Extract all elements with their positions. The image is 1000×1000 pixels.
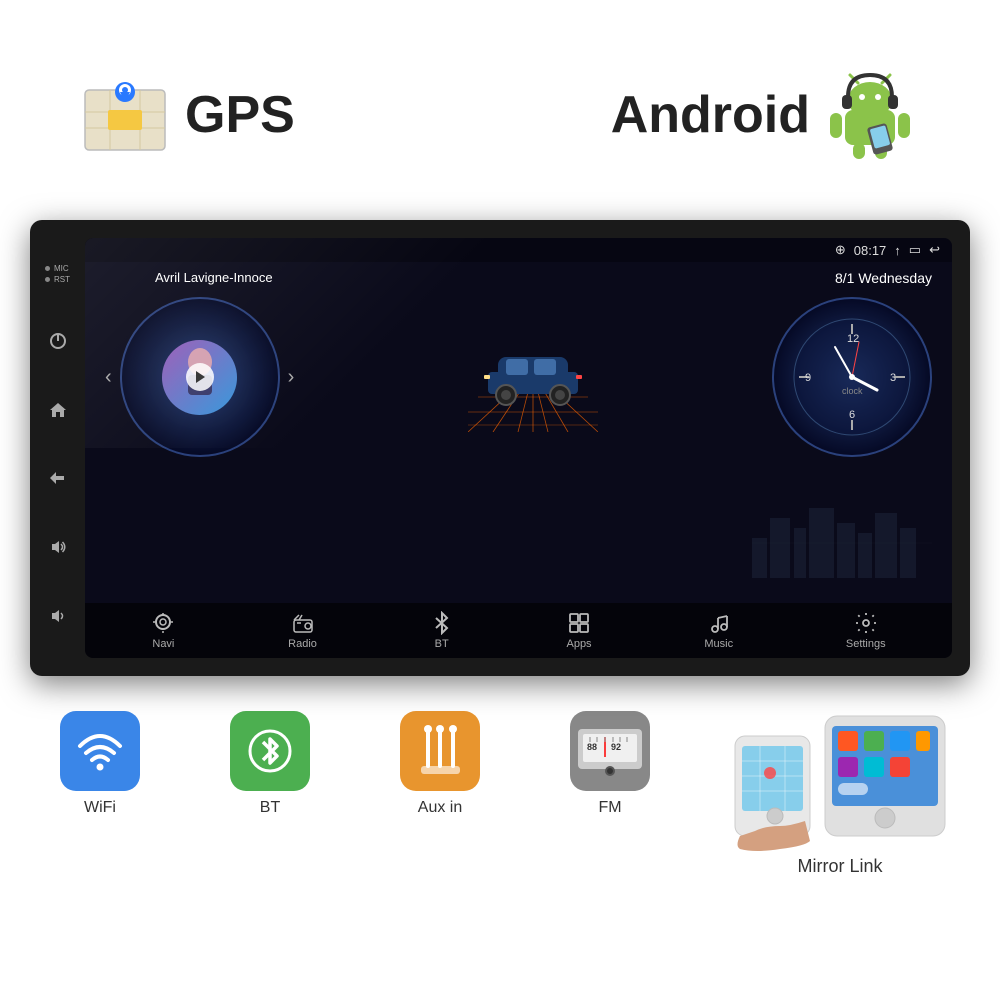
back-phone-icon <box>820 711 950 841</box>
car-screen[interactable]: ⊕ 08:17 ↑ ▭ ↩ Avril Lavigne-Innoce 8/1 W… <box>85 238 952 658</box>
bottom-nav: Navi Radio BT <box>85 603 952 658</box>
svg-text:6: 6 <box>849 409 855 421</box>
music-label: Music <box>704 638 733 650</box>
navi-icon <box>151 611 175 635</box>
bt-label-bottom: BT <box>260 799 280 817</box>
svg-text:92: 92 <box>611 742 621 752</box>
mirror-link-section: Mirror Link <box>730 711 950 877</box>
aux-feature: Aux in <box>390 711 490 817</box>
rst-label: RST <box>54 275 70 284</box>
nav-radio[interactable]: Radio <box>288 611 317 650</box>
nav-bt[interactable]: BT <box>430 611 454 650</box>
status-bar: ⊕ 08:17 ↑ ▭ ↩ <box>85 238 952 262</box>
clock-widget: 12 3 6 9 clock <box>772 297 932 457</box>
home-button[interactable] <box>42 394 74 426</box>
mirror-link-label: Mirror Link <box>797 856 882 877</box>
aux-icon <box>413 721 468 781</box>
mirror-phones-display <box>730 711 950 851</box>
car-visualization <box>468 322 598 432</box>
city-bg <box>752 478 932 578</box>
bt-feature: BT <box>220 711 320 817</box>
svg-text:88: 88 <box>587 742 597 752</box>
window-icon: ▭ <box>909 242 921 258</box>
svg-text:clock: clock <box>842 386 863 396</box>
volume-down-button[interactable] <box>42 600 74 632</box>
aux-label: Aux in <box>418 799 462 817</box>
nav-music[interactable]: Music <box>704 611 733 650</box>
power-button[interactable] <box>42 325 74 357</box>
settings-label: Settings <box>846 638 886 650</box>
music-icon <box>707 611 731 635</box>
nav-navi[interactable]: Navi <box>151 611 175 650</box>
song-title: Avril Lavigne-Innoce <box>155 270 273 285</box>
widgets-row: Avril Lavigne-Innoce 8/1 Wednesday ‹ <box>85 262 952 492</box>
bt-label: BT <box>435 638 449 650</box>
wifi-feature: WiFi <box>50 711 150 817</box>
nav-settings[interactable]: Settings <box>846 611 886 650</box>
fm-label: FM <box>598 799 621 817</box>
android-label: Android <box>611 85 810 145</box>
date-display: 8/1 Wednesday <box>835 270 932 286</box>
fm-icon-box: 88 92 <box>570 711 650 791</box>
wifi-icon-box <box>60 711 140 791</box>
time-display: 08:17 <box>854 243 887 258</box>
gps-label: GPS <box>185 85 295 145</box>
front-phone-icon <box>730 731 830 851</box>
wifi-label: WiFi <box>84 799 116 817</box>
next-track-button[interactable]: › <box>288 366 295 389</box>
bluetooth-icon: ⊕ <box>835 242 846 258</box>
mic-label: MIC <box>54 264 69 273</box>
svg-text:12: 12 <box>847 333 859 345</box>
bt-nav-icon <box>430 611 454 635</box>
nav-apps[interactable]: Apps <box>566 611 591 650</box>
back-button[interactable] <box>42 462 74 494</box>
svg-text:9: 9 <box>805 372 811 384</box>
radio-icon <box>291 611 315 635</box>
bt-icon <box>245 726 295 776</box>
left-panel: MIC RST <box>30 238 85 658</box>
back-icon: ↩ <box>929 242 940 258</box>
prev-track-button[interactable]: ‹ <box>105 366 112 389</box>
stereo-unit: MIC RST <box>30 220 970 676</box>
signal-icon: ↑ <box>894 243 901 258</box>
gps-map-icon <box>80 70 170 160</box>
android-icon <box>820 65 920 165</box>
wifi-icon <box>75 731 125 771</box>
bt-icon-box <box>230 711 310 791</box>
volume-up-button[interactable] <box>42 531 74 563</box>
settings-icon <box>854 611 878 635</box>
features-section: WiFi BT Aux in <box>0 686 1000 887</box>
apps-label: Apps <box>566 638 591 650</box>
fm-feature: 88 92 FM <box>560 711 660 817</box>
radio-label: Radio <box>288 638 317 650</box>
music-player-widget: ‹ › <box>105 297 294 457</box>
navi-label: Navi <box>152 638 174 650</box>
apps-nav-icon <box>567 611 591 635</box>
gps-section: GPS <box>80 70 295 160</box>
top-section: GPS Android <box>0 0 1000 220</box>
play-button[interactable] <box>186 363 214 391</box>
android-section: Android <box>611 65 920 165</box>
svg-text:3: 3 <box>890 372 896 384</box>
fm-icon: 88 92 <box>575 724 645 779</box>
aux-icon-box <box>400 711 480 791</box>
